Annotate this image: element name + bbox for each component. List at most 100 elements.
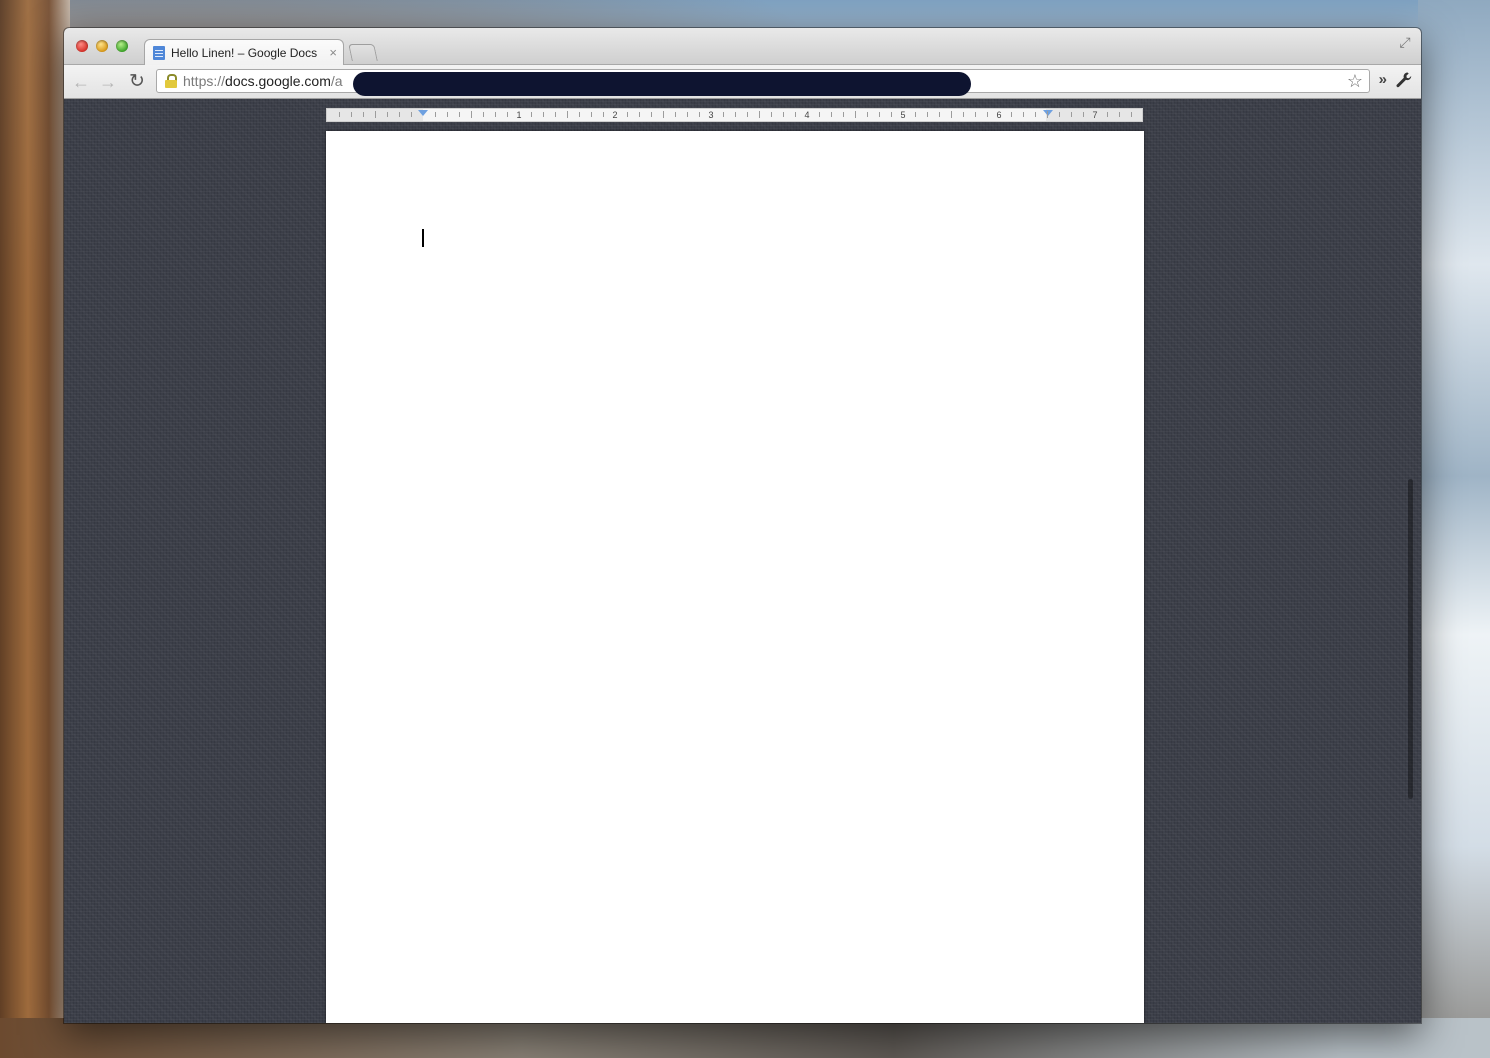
left-indent-marker[interactable] — [418, 110, 428, 116]
window-close-button[interactable] — [76, 40, 88, 52]
ruler-tick — [339, 112, 340, 117]
ruler-tick — [783, 112, 784, 117]
desktop-wallpaper-right — [1418, 0, 1490, 1058]
ruler-tick — [1083, 112, 1084, 117]
tab-close-icon[interactable]: × — [329, 45, 337, 60]
redacted-url — [353, 72, 971, 96]
ruler-tick — [963, 112, 964, 117]
ruler-tick — [1011, 112, 1012, 117]
bookmark-star-icon[interactable]: ☆ — [1347, 71, 1363, 91]
ruler-tick — [951, 111, 952, 118]
ruler-tick — [939, 112, 940, 117]
ruler-tick — [543, 112, 544, 117]
ruler-tick — [927, 112, 928, 117]
docs-editor-canvas: 1 2 3 4 5 6 7 — [64, 99, 1421, 1023]
ruler-number: 7 — [1092, 110, 1098, 120]
ruler-tick — [591, 112, 592, 117]
ruler-tick — [699, 112, 700, 117]
browser-window: Hello Linen! – Google Docs × ⤢ ← → ↻ htt… — [64, 28, 1421, 1023]
ruler-tick — [759, 111, 760, 118]
ruler-tick — [411, 112, 412, 117]
ruler-tick — [375, 111, 376, 118]
ruler-tick — [459, 112, 460, 117]
ruler-tick — [795, 112, 796, 117]
ruler-tick — [351, 112, 352, 117]
wrench-menu-icon[interactable] — [1395, 71, 1413, 89]
ruler-tick — [687, 112, 688, 117]
ruler-tick — [471, 111, 472, 118]
ruler-tick — [1023, 112, 1024, 117]
ruler-tick — [639, 112, 640, 117]
ruler-number: 2 — [612, 110, 618, 120]
ruler-tick — [447, 112, 448, 117]
docs-favicon-icon — [153, 45, 165, 60]
ruler-tick — [555, 112, 556, 117]
ruler-tick — [1071, 112, 1072, 117]
ruler-number: 3 — [708, 110, 714, 120]
url-host: docs.google.com — [225, 73, 331, 89]
ruler-tick — [507, 112, 508, 117]
ruler-tick — [1059, 112, 1060, 117]
extensions-chevron-icon[interactable]: » — [1379, 71, 1387, 88]
ruler-tick — [819, 112, 820, 117]
ruler-tick — [831, 112, 832, 117]
right-indent-marker[interactable] — [1043, 110, 1053, 116]
browser-toolbar: ← → ↻ https:// docs.google.com /a ☆ » — [64, 65, 1421, 99]
vertical-scrollbar[interactable] — [1408, 479, 1413, 799]
ruler-tick — [531, 112, 532, 117]
ruler-tick — [855, 111, 856, 118]
ruler-number: 5 — [900, 110, 906, 120]
back-arrow-icon[interactable]: ← — [70, 71, 92, 93]
horizontal-ruler[interactable]: 1 2 3 4 5 6 7 — [326, 108, 1143, 122]
window-zoom-button[interactable] — [116, 40, 128, 52]
lock-warning-icon[interactable] — [165, 74, 177, 88]
ruler-tick — [1035, 112, 1036, 117]
ruler-tick — [1107, 112, 1108, 117]
ruler-tick — [627, 112, 628, 117]
tab-strip: Hello Linen! – Google Docs × ⤢ — [64, 28, 1421, 65]
ruler-tick — [915, 112, 916, 117]
ruler-tick — [387, 112, 388, 117]
ruler-tick — [879, 112, 880, 117]
document-page[interactable] — [326, 131, 1144, 1023]
ruler-tick — [603, 112, 604, 117]
ruler-tick — [1047, 111, 1048, 118]
ruler-number: 6 — [996, 110, 1002, 120]
ruler-tick — [987, 112, 988, 117]
address-bar[interactable]: https:// docs.google.com /a ☆ — [156, 69, 1370, 96]
tab-google-docs[interactable]: Hello Linen! – Google Docs × — [144, 39, 344, 65]
ruler-tick — [867, 112, 868, 117]
ruler-tick — [363, 112, 364, 117]
url-path: /a — [330, 73, 343, 89]
ruler-tick — [435, 112, 436, 117]
ruler-tick — [495, 112, 496, 117]
ruler-tick — [771, 112, 772, 117]
ruler-number: 1 — [516, 110, 522, 120]
ruler-tick — [747, 112, 748, 117]
forward-arrow-icon[interactable]: → — [97, 71, 119, 93]
ruler-tick — [1131, 112, 1132, 117]
ruler-number: 4 — [804, 110, 810, 120]
ruler-tick — [675, 112, 676, 117]
reload-icon[interactable]: ↻ — [126, 71, 148, 93]
desktop-wallpaper-bottom — [0, 1018, 1490, 1058]
window-minimize-button[interactable] — [96, 40, 108, 52]
ruler-tick — [579, 112, 580, 117]
desktop-wallpaper — [0, 0, 70, 1058]
new-tab-button[interactable] — [348, 44, 378, 61]
url-scheme: https:// — [183, 73, 226, 89]
ruler-tick — [567, 111, 568, 118]
ruler-tick — [663, 111, 664, 118]
fullscreen-icon[interactable]: ⤢ — [1397, 34, 1413, 50]
ruler-tick — [651, 112, 652, 117]
document-body[interactable] — [422, 227, 1048, 247]
tab-title: Hello Linen! – Google Docs — [171, 45, 318, 60]
ruler-tick — [975, 112, 976, 117]
ruler-tick — [399, 112, 400, 117]
ruler-tick — [843, 112, 844, 117]
ruler-tick — [483, 112, 484, 117]
ruler-tick — [735, 112, 736, 117]
ruler-tick — [1119, 112, 1120, 117]
ruler-tick — [723, 112, 724, 117]
ruler-tick — [891, 112, 892, 117]
